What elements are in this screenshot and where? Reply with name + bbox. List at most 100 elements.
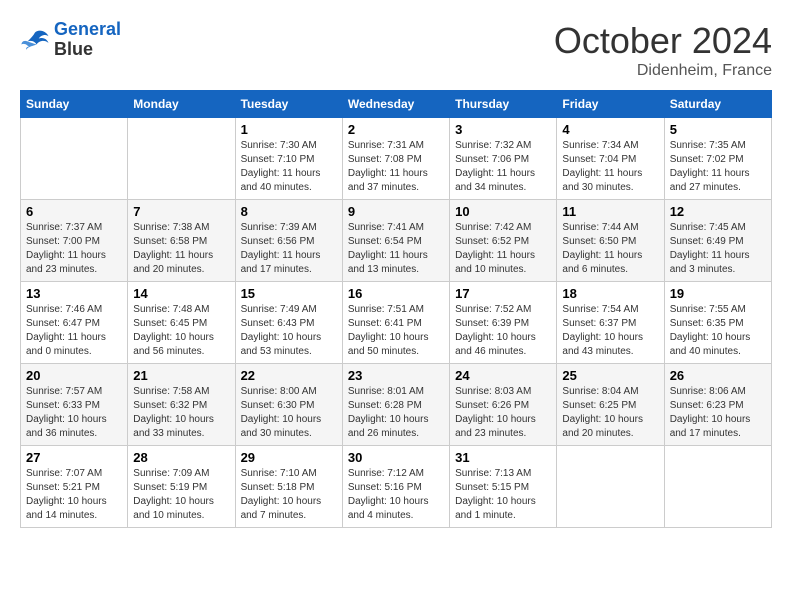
- calendar-week-row: 27Sunrise: 7:07 AM Sunset: 5:21 PM Dayli…: [21, 446, 772, 528]
- weekday-header-row: SundayMondayTuesdayWednesdayThursdayFrid…: [21, 91, 772, 118]
- logo-text: General Blue: [54, 20, 121, 60]
- calendar-cell: 10 Sunrise: 7:42 AM Sunset: 6:52 PM Dayli…: [450, 200, 557, 282]
- calendar-cell: 29 Sunrise: 7:10 AM Sunset: 5:18 PM Dayli…: [235, 446, 342, 528]
- day-info: Sunrise: 7:09 AM Sunset: 5:19 PM Dayligh…: [133, 467, 229, 523]
- logo: General Blue: [20, 20, 121, 60]
- day-info: Sunrise: 7:45 AM Sunset: 6:49 PM Dayligh…: [670, 221, 766, 277]
- calendar-cell: [128, 118, 235, 200]
- calendar-week-row: 13 Sunrise: 7:46 AM Sunset: 6:47 PM Dayli…: [21, 282, 772, 364]
- day-number: 21: [133, 368, 229, 383]
- weekday-header-wednesday: Wednesday: [342, 91, 449, 118]
- day-number: 3: [455, 122, 551, 137]
- location: Didenheim, France: [554, 62, 772, 80]
- calendar-week-row: 1 Sunrise: 7:30 AM Sunset: 7:10 PM Daylig…: [21, 118, 772, 200]
- day-info: Sunrise: 7:52 AM Sunset: 6:39 PM Dayligh…: [455, 303, 551, 359]
- calendar-cell: 4Sunrise: 7:34 AM Sunset: 7:04 PM Daylig…: [557, 118, 664, 200]
- calendar-week-row: 6 Sunrise: 7:37 AM Sunset: 7:00 PM Daylig…: [21, 200, 772, 282]
- day-number: 20: [26, 368, 122, 383]
- day-number: 24: [455, 368, 551, 383]
- day-info: Sunrise: 7:31 AM Sunset: 7:08 PM Dayligh…: [348, 139, 444, 195]
- day-info: Sunrise: 7:32 AM Sunset: 7:06 PM Dayligh…: [455, 139, 551, 195]
- day-number: 7: [133, 204, 229, 219]
- day-number: 19: [670, 286, 766, 301]
- day-info: Sunrise: 7:41 AM Sunset: 6:54 PM Dayligh…: [348, 221, 444, 277]
- weekday-header-sunday: Sunday: [21, 91, 128, 118]
- day-info: Sunrise: 8:03 AM Sunset: 6:26 PM Dayligh…: [455, 385, 551, 441]
- page-header: General Blue October 2024 Didenheim, Fra…: [20, 20, 772, 80]
- calendar-cell: 27Sunrise: 7:07 AM Sunset: 5:21 PM Dayli…: [21, 446, 128, 528]
- calendar-cell: 15 Sunrise: 7:49 AM Sunset: 6:43 PM Dayli…: [235, 282, 342, 364]
- weekday-header-thursday: Thursday: [450, 91, 557, 118]
- day-info: Sunrise: 7:46 AM Sunset: 6:47 PM Dayligh…: [26, 303, 122, 359]
- day-info: Sunrise: 7:38 AM Sunset: 6:58 PM Dayligh…: [133, 221, 229, 277]
- day-info: Sunrise: 7:30 AM Sunset: 7:10 PM Dayligh…: [241, 139, 337, 195]
- calendar-cell: 31 Sunrise: 7:13 AM Sunset: 5:15 PM Dayli…: [450, 446, 557, 528]
- day-info: Sunrise: 7:13 AM Sunset: 5:15 PM Dayligh…: [455, 467, 551, 523]
- calendar-cell: 2 Sunrise: 7:31 AM Sunset: 7:08 PM Daylig…: [342, 118, 449, 200]
- day-number: 10: [455, 204, 551, 219]
- calendar-cell: 22 Sunrise: 8:00 AM Sunset: 6:30 PM Dayli…: [235, 364, 342, 446]
- day-number: 18: [562, 286, 658, 301]
- calendar-cell: 5 Sunrise: 7:35 AM Sunset: 7:02 PM Daylig…: [664, 118, 771, 200]
- day-number: 12: [670, 204, 766, 219]
- day-number: 14: [133, 286, 229, 301]
- calendar-cell: 1 Sunrise: 7:30 AM Sunset: 7:10 PM Daylig…: [235, 118, 342, 200]
- day-info: Sunrise: 7:35 AM Sunset: 7:02 PM Dayligh…: [670, 139, 766, 195]
- day-number: 5: [670, 122, 766, 137]
- calendar-table: SundayMondayTuesdayWednesdayThursdayFrid…: [20, 90, 772, 528]
- calendar-cell: [557, 446, 664, 528]
- weekday-header-tuesday: Tuesday: [235, 91, 342, 118]
- day-info: Sunrise: 7:12 AM Sunset: 5:16 PM Dayligh…: [348, 467, 444, 523]
- day-info: Sunrise: 8:00 AM Sunset: 6:30 PM Dayligh…: [241, 385, 337, 441]
- day-info: Sunrise: 8:01 AM Sunset: 6:28 PM Dayligh…: [348, 385, 444, 441]
- calendar-cell: 24 Sunrise: 8:03 AM Sunset: 6:26 PM Dayli…: [450, 364, 557, 446]
- day-number: 13: [26, 286, 122, 301]
- day-number: 29: [241, 450, 337, 465]
- calendar-cell: 20 Sunrise: 7:57 AM Sunset: 6:33 PM Dayli…: [21, 364, 128, 446]
- calendar-cell: 16Sunrise: 7:51 AM Sunset: 6:41 PM Dayli…: [342, 282, 449, 364]
- calendar-cell: 6 Sunrise: 7:37 AM Sunset: 7:00 PM Daylig…: [21, 200, 128, 282]
- calendar-cell: 14 Sunrise: 7:48 AM Sunset: 6:45 PM Dayli…: [128, 282, 235, 364]
- day-number: 25: [562, 368, 658, 383]
- calendar-cell: 30 Sunrise: 7:12 AM Sunset: 5:16 PM Dayli…: [342, 446, 449, 528]
- calendar-cell: 19 Sunrise: 7:55 AM Sunset: 6:35 PM Dayli…: [664, 282, 771, 364]
- calendar-cell: 17 Sunrise: 7:52 AM Sunset: 6:39 PM Dayli…: [450, 282, 557, 364]
- day-number: 28: [133, 450, 229, 465]
- logo-icon: [20, 25, 50, 55]
- calendar-cell: 28 Sunrise: 7:09 AM Sunset: 5:19 PM Dayli…: [128, 446, 235, 528]
- day-number: 26: [670, 368, 766, 383]
- day-info: Sunrise: 7:44 AM Sunset: 6:50 PM Dayligh…: [562, 221, 658, 277]
- calendar-cell: [664, 446, 771, 528]
- day-number: 9: [348, 204, 444, 219]
- day-number: 17: [455, 286, 551, 301]
- day-number: 30: [348, 450, 444, 465]
- day-info: Sunrise: 7:37 AM Sunset: 7:00 PM Dayligh…: [26, 221, 122, 277]
- weekday-header-saturday: Saturday: [664, 91, 771, 118]
- day-number: 11: [562, 204, 658, 219]
- weekday-header-friday: Friday: [557, 91, 664, 118]
- day-info: Sunrise: 7:54 AM Sunset: 6:37 PM Dayligh…: [562, 303, 658, 359]
- day-number: 6: [26, 204, 122, 219]
- calendar-cell: 21 Sunrise: 7:58 AM Sunset: 6:32 PM Dayli…: [128, 364, 235, 446]
- day-number: 2: [348, 122, 444, 137]
- day-info: Sunrise: 7:55 AM Sunset: 6:35 PM Dayligh…: [670, 303, 766, 359]
- day-info: Sunrise: 7:49 AM Sunset: 6:43 PM Dayligh…: [241, 303, 337, 359]
- day-info: Sunrise: 7:10 AM Sunset: 5:18 PM Dayligh…: [241, 467, 337, 523]
- calendar-cell: 3 Sunrise: 7:32 AM Sunset: 7:06 PM Daylig…: [450, 118, 557, 200]
- day-number: 1: [241, 122, 337, 137]
- day-info: Sunrise: 7:07 AM Sunset: 5:21 PM Dayligh…: [26, 467, 122, 523]
- day-number: 4: [562, 122, 658, 137]
- day-number: 22: [241, 368, 337, 383]
- day-number: 8: [241, 204, 337, 219]
- day-number: 16: [348, 286, 444, 301]
- day-info: Sunrise: 7:58 AM Sunset: 6:32 PM Dayligh…: [133, 385, 229, 441]
- day-number: 15: [241, 286, 337, 301]
- calendar-cell: 9 Sunrise: 7:41 AM Sunset: 6:54 PM Daylig…: [342, 200, 449, 282]
- day-info: Sunrise: 7:57 AM Sunset: 6:33 PM Dayligh…: [26, 385, 122, 441]
- day-info: Sunrise: 7:42 AM Sunset: 6:52 PM Dayligh…: [455, 221, 551, 277]
- calendar-cell: 23Sunrise: 8:01 AM Sunset: 6:28 PM Dayli…: [342, 364, 449, 446]
- day-info: Sunrise: 7:48 AM Sunset: 6:45 PM Dayligh…: [133, 303, 229, 359]
- calendar-cell: 13 Sunrise: 7:46 AM Sunset: 6:47 PM Dayli…: [21, 282, 128, 364]
- month-title: October 2024: [554, 20, 772, 62]
- day-number: 31: [455, 450, 551, 465]
